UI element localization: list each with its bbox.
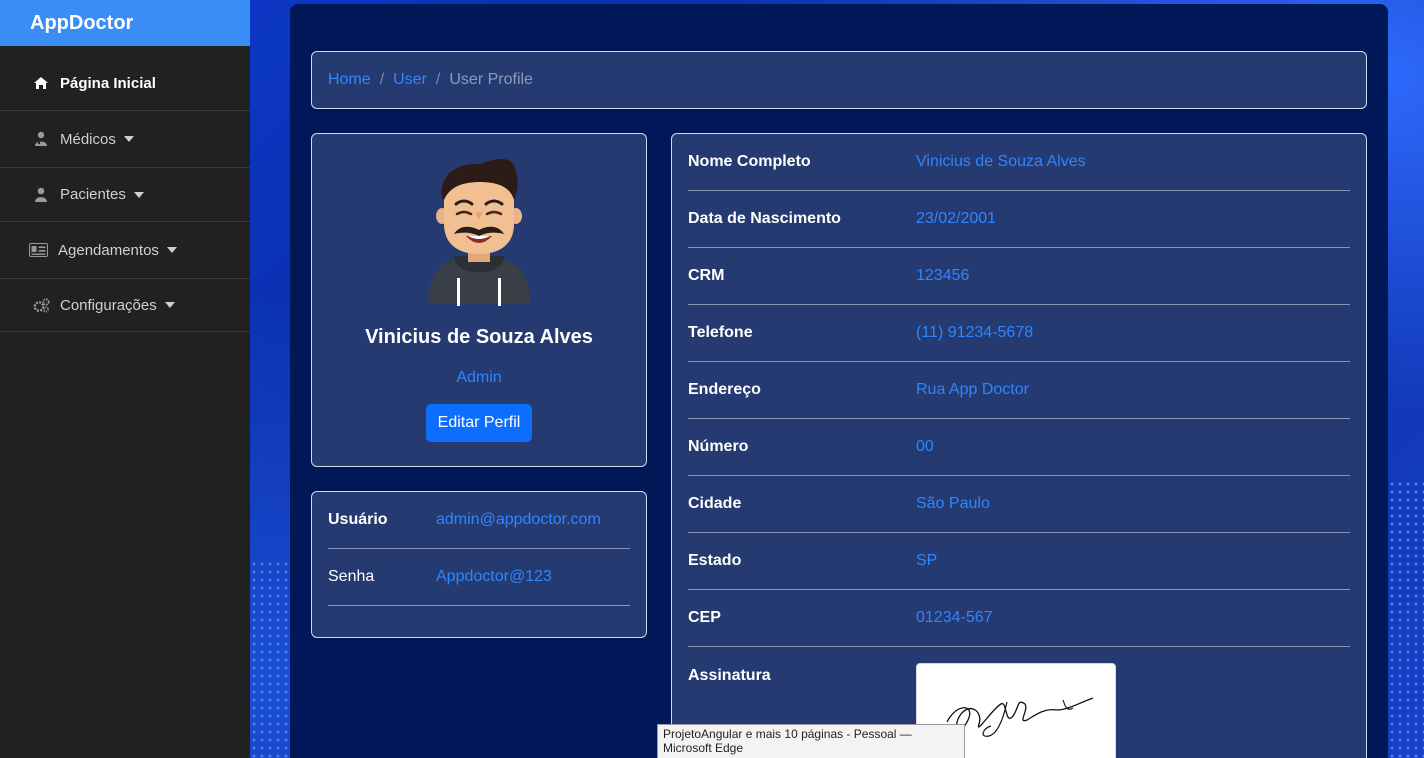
detail-value: São Paulo [916,495,990,512]
detail-value: 123456 [916,267,970,284]
detail-label: Estado [688,552,742,569]
sidebar-item-pacientes[interactable]: Pacientes [0,168,250,222]
detail-label: CEP [688,609,721,626]
detail-value: SP [916,552,938,569]
background-dots [1388,480,1424,758]
breadcrumb-current: User Profile [449,71,533,88]
detail-value: (11) 91234-5678 [916,324,1034,341]
detail-label: Número [688,438,749,455]
detail-row-assinatura: Assinatura [688,647,1350,758]
details-card: Nome Completo Vinicius de Souza Alves Da… [671,133,1367,758]
sidebar-item-medicos[interactable]: Médicos [0,111,250,168]
breadcrumb-separator: / [379,71,385,88]
edit-profile-button[interactable]: Editar Perfil [426,404,532,442]
sidebar: AppDoctor Página Inicial Médicos Pacient… [0,0,250,758]
detail-row-endereco: Endereço Rua App Doctor [688,362,1350,419]
password-value: Appdoctor@123 [436,568,552,585]
sidebar-item-pagina-inicial[interactable]: Página Inicial [0,56,250,111]
chevron-down-icon [123,136,134,142]
main-panel: Home / User / User Profile Vinicius de S… [290,4,1388,758]
breadcrumb-home-link[interactable]: Home [328,71,371,89]
detail-value: 01234-567 [916,609,993,626]
detail-value: Rua App Doctor [916,381,1029,398]
credential-row-password: Senha Appdoctor@123 [328,549,630,606]
doctor-icon [30,131,52,147]
browser-tooltip: ProjetoAngular e mais 10 páginas - Pesso… [657,724,965,758]
detail-label: Endereço [688,381,761,398]
breadcrumb-separator: / [435,71,441,88]
background-dots [250,560,290,758]
detail-row-cidade: Cidade São Paulo [688,476,1350,533]
id-card-icon [26,243,50,257]
detail-row-nome: Nome Completo Vinicius de Souza Alves [688,134,1350,191]
avatar [424,152,534,312]
detail-row-estado: Estado SP [688,533,1350,590]
chevron-down-icon [164,302,175,308]
detail-row-crm: CRM 123456 [688,248,1350,305]
user-label: Usuário [328,511,388,528]
sidebar-item-label: Médicos [60,130,116,148]
sidebar-item-label: Página Inicial [60,74,156,92]
profile-role: Admin [456,369,502,386]
detail-row-cep: CEP 01234-567 [688,590,1350,647]
detail-label: Data de Nascimento [688,210,841,227]
chevron-down-icon [133,191,144,198]
sidebar-item-label: Configurações [60,296,157,314]
detail-label: CRM [688,267,725,284]
profile-card: Vinicius de Souza Alves Admin Editar Per… [311,133,647,467]
user-icon [30,187,52,202]
app-brand[interactable]: AppDoctor [0,0,250,46]
detail-row-numero: Número 00 [688,419,1350,476]
detail-label: Nome Completo [688,153,811,170]
breadcrumb: Home / User / User Profile [311,51,1367,109]
detail-row-nascimento: Data de Nascimento 23/02/2001 [688,191,1350,248]
breadcrumb-user-link[interactable]: User [393,71,427,89]
sidebar-nav: Página Inicial Médicos Pacientes Agendam… [0,56,250,332]
user-value: admin@appdoctor.com [436,511,601,528]
credential-row-user: Usuário admin@appdoctor.com [328,492,630,549]
sidebar-item-agendamentos[interactable]: Agendamentos [0,222,250,279]
sidebar-item-label: Agendamentos [58,241,159,259]
detail-value: 23/02/2001 [916,210,997,227]
detail-label: Assinatura [688,667,771,684]
detail-row-telefone: Telefone (11) 91234-5678 [688,305,1350,362]
detail-value: Vinicius de Souza Alves [916,153,1086,170]
home-icon [30,76,52,90]
detail-value: 00 [916,438,934,455]
profile-name: Vinicius de Souza Alves [365,326,593,348]
credentials-card: Usuário admin@appdoctor.com Senha Appdoc… [311,491,647,638]
detail-label: Cidade [688,495,742,512]
password-label: Senha [328,568,375,585]
gears-icon [30,297,52,313]
chevron-down-icon [166,247,177,253]
detail-label: Telefone [688,324,753,341]
sidebar-item-configuracoes[interactable]: Configurações [0,279,250,332]
sidebar-item-label: Pacientes [60,186,126,203]
